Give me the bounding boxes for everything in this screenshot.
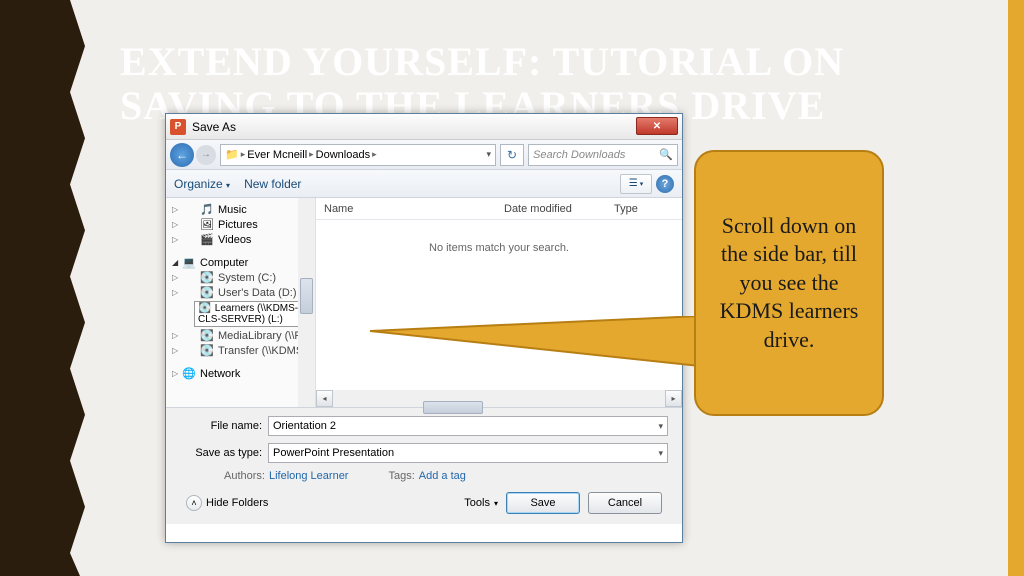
horizontal-scrollbar[interactable]: ◂ ▸ xyxy=(316,390,682,407)
saveastype-dropdown[interactable]: PowerPoint Presentation ▾ xyxy=(268,443,668,463)
expand-icon[interactable]: ▷ xyxy=(172,220,178,229)
expand-icon[interactable]: ▷ xyxy=(172,273,178,282)
network-drive-icon: 💽 xyxy=(198,303,212,314)
tree-item-pictures[interactable]: ▷🖼Pictures xyxy=(166,217,315,232)
filename-input[interactable]: Orientation 2 ▾ xyxy=(268,416,668,436)
scrollbar-thumb[interactable] xyxy=(300,278,313,314)
chevron-right-icon: ▸ xyxy=(372,149,377,160)
saveastype-label: Save as type: xyxy=(180,447,262,459)
drive-icon: 💽 xyxy=(200,271,214,284)
tags-field[interactable]: Tags:Add a tag xyxy=(388,470,465,482)
titlebar: P Save As ✕ xyxy=(166,114,682,140)
expand-icon[interactable]: ▷ xyxy=(172,331,178,340)
instruction-callout: Scroll down on the side bar, till you se… xyxy=(694,150,884,416)
save-button[interactable]: Save xyxy=(506,492,580,514)
help-button[interactable]: ? xyxy=(656,175,674,193)
column-name[interactable]: Name xyxy=(324,203,504,215)
tree-item-computer[interactable]: ◢💻Computer xyxy=(166,255,315,270)
bottom-panel: File name: Orientation 2 ▾ Save as type:… xyxy=(166,408,682,524)
tools-dropdown[interactable]: Tools ▾ xyxy=(464,497,498,509)
hide-folders-button[interactable]: ˄ Hide Folders xyxy=(186,495,268,511)
slide-left-decoration xyxy=(0,0,100,576)
network-drive-icon: 💽 xyxy=(200,329,214,342)
nav-scrollbar[interactable] xyxy=(298,198,315,407)
nav-back-button[interactable]: ← xyxy=(170,143,194,167)
refresh-button[interactable]: ↻ xyxy=(500,144,524,166)
search-input[interactable]: Search Downloads 🔍 xyxy=(528,144,678,166)
view-options-button[interactable]: ☰ ▾ xyxy=(620,174,652,194)
dropdown-arrow-icon[interactable]: ▾ xyxy=(658,448,663,459)
search-placeholder: Search Downloads xyxy=(533,149,625,161)
slide-right-bar xyxy=(1008,0,1024,576)
navbar: ← → 📁 ▸ Ever Mcneill ▸ Downloads ▸ ▾ ↻ S… xyxy=(166,140,682,170)
dropdown-arrow-icon[interactable]: ▾ xyxy=(658,421,663,432)
tree-item-network[interactable]: ▷🌐Network xyxy=(166,366,315,381)
authors-field[interactable]: Authors:Lifelong Learner xyxy=(224,470,348,482)
network-icon: 🌐 xyxy=(182,367,196,380)
tree-item-user-data-d[interactable]: ▷💽User's Data (D:) xyxy=(166,285,315,300)
callout-text: Scroll down on the side bar, till you se… xyxy=(710,212,868,355)
scrollbar-thumb[interactable] xyxy=(423,401,483,414)
scroll-right-arrow[interactable]: ▸ xyxy=(665,390,682,407)
navigation-pane: ▷🎵Music ▷🖼Pictures ▷🎬Videos ◢💻Computer ▷… xyxy=(166,198,316,407)
breadcrumb-segment[interactable]: Downloads xyxy=(316,149,370,161)
network-drive-icon: 💽 xyxy=(200,344,214,357)
tree-item-videos[interactable]: ▷🎬Videos xyxy=(166,232,315,247)
breadcrumb-dropdown-arrow[interactable]: ▾ xyxy=(486,149,491,160)
collapse-icon[interactable]: ◢ xyxy=(172,258,178,267)
chevron-up-icon: ˄ xyxy=(186,495,202,511)
scroll-left-arrow[interactable]: ◂ xyxy=(316,390,333,407)
powerpoint-icon: P xyxy=(170,119,186,135)
pictures-icon: 🖼 xyxy=(200,218,214,231)
videos-icon: 🎬 xyxy=(200,233,214,246)
expand-icon[interactable]: ▷ xyxy=(172,235,178,244)
breadcrumb-segment[interactable]: Ever Mcneill xyxy=(247,149,307,161)
expand-icon[interactable]: ▷ xyxy=(172,346,178,355)
expand-icon[interactable]: ▷ xyxy=(172,205,178,214)
column-type[interactable]: Type xyxy=(614,203,682,215)
new-folder-button[interactable]: New folder xyxy=(244,177,301,191)
column-date-modified[interactable]: Date modified xyxy=(504,203,614,215)
tree-item-medialibrary[interactable]: ▷💽MediaLibrary (\\F xyxy=(166,328,315,343)
nav-forward-button[interactable]: → xyxy=(196,145,216,165)
tree-item-learners-drive[interactable]: 💽 Learners (\\KDMS-CLS-SERVER) (L:) xyxy=(194,301,311,327)
tree-item-transfer[interactable]: ▷💽Transfer (\\KDMS xyxy=(166,343,315,358)
chevron-right-icon: ▸ xyxy=(309,149,314,160)
cancel-button[interactable]: Cancel xyxy=(588,492,662,514)
breadcrumb[interactable]: 📁 ▸ Ever Mcneill ▸ Downloads ▸ ▾ xyxy=(220,144,496,166)
chevron-right-icon: ▸ xyxy=(241,149,246,160)
filename-label: File name: xyxy=(180,420,262,432)
expand-icon[interactable]: ▷ xyxy=(172,369,178,378)
close-button[interactable]: ✕ xyxy=(636,117,678,135)
drive-icon: 💽 xyxy=(200,286,214,299)
music-icon: 🎵 xyxy=(200,203,214,216)
organize-button[interactable]: Organize ▾ xyxy=(174,177,230,191)
folder-icon: 📁 xyxy=(225,148,239,161)
tree-item-system-c[interactable]: ▷💽System (C:) xyxy=(166,270,315,285)
computer-icon: 💻 xyxy=(182,256,196,269)
search-icon: 🔍 xyxy=(659,148,673,161)
dialog-title: Save As xyxy=(192,120,236,134)
list-header: Name Date modified Type xyxy=(316,198,682,220)
expand-icon[interactable]: ▷ xyxy=(172,288,178,297)
toolbar: Organize ▾ New folder ☰ ▾ ? xyxy=(166,170,682,198)
tree-item-music[interactable]: ▷🎵Music xyxy=(166,202,315,217)
